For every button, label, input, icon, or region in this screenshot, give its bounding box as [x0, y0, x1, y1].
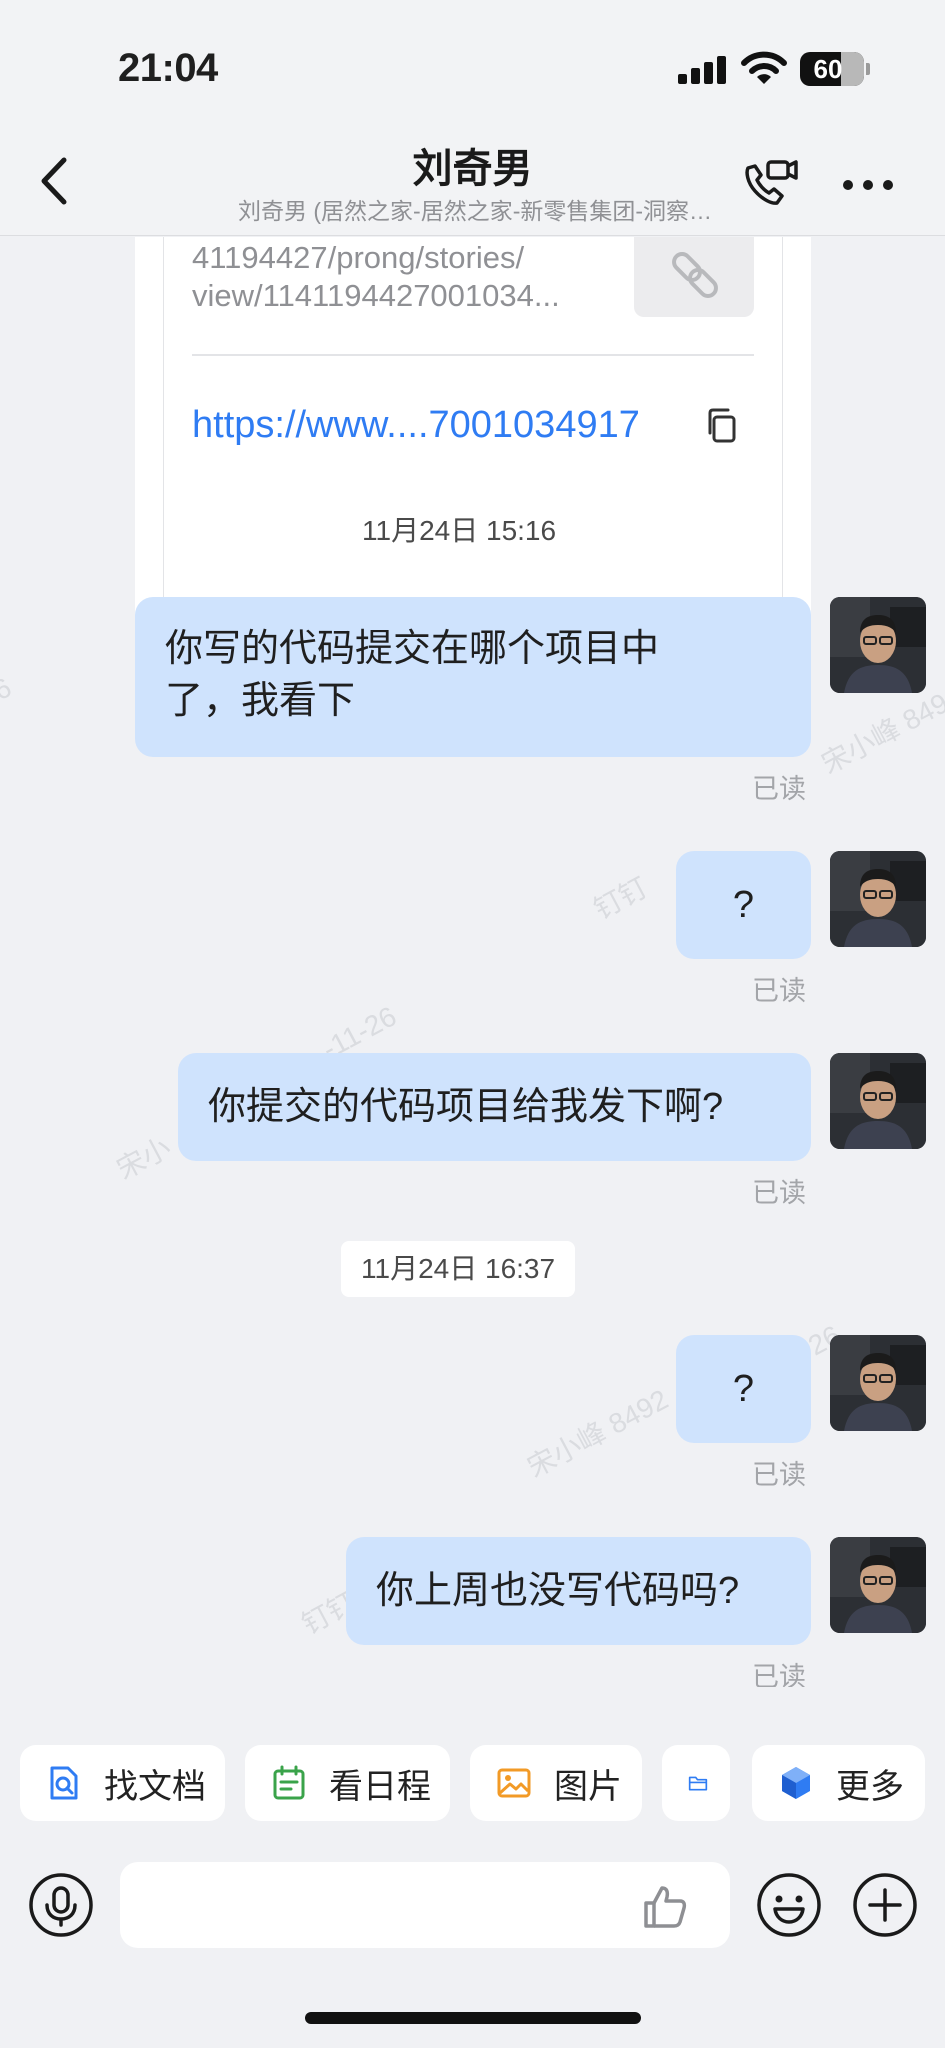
read-status: 已读	[752, 976, 806, 1006]
user-photo	[830, 1537, 926, 1633]
time-divider: 11月24日 15:16	[342, 503, 577, 559]
quick-action-more[interactable]: 更多	[752, 1745, 925, 1821]
message-bubble[interactable]: ?	[676, 851, 811, 959]
avatar[interactable]	[830, 1537, 926, 1633]
copy-icon[interactable]	[702, 405, 742, 445]
avatar[interactable]	[830, 1335, 926, 1431]
read-status: 已读	[752, 1178, 806, 1208]
divider	[192, 354, 754, 356]
avatar[interactable]	[830, 597, 926, 693]
more-dots-icon[interactable]	[838, 170, 898, 200]
user-photo	[830, 1335, 926, 1431]
user-photo	[830, 597, 926, 693]
image-icon	[497, 1768, 531, 1798]
quick-action-label: 更多	[836, 1767, 904, 1806]
link-icon	[672, 252, 718, 298]
more-apps-icon	[782, 1767, 810, 1799]
watermark: 宋小峰 8492	[522, 1383, 674, 1484]
chat-header: 刘奇男 刘奇男 (居然之家-居然之家-新零售集团-洞察中心)	[0, 130, 945, 236]
user-photo	[830, 1053, 926, 1149]
plus-icon[interactable]	[852, 1872, 918, 1938]
message-bubble[interactable]: 你提交的代码项目给我发下啊?	[178, 1053, 811, 1161]
message-bubble[interactable]: 你写的代码提交在哪个项目中 了，我看下	[135, 597, 811, 757]
watermark: 钉钉	[588, 871, 653, 926]
quick-action-folder[interactable]	[662, 1745, 730, 1821]
status-time: 21:04	[118, 46, 218, 90]
message-bubble[interactable]: 你上周也没写代码吗?	[346, 1537, 811, 1645]
chat-messages[interactable]: 钉钉 宋小峰 849 钉钉 -11-26 宋小 -26 宋小峰 8492 钉钉 …	[0, 237, 945, 1687]
read-status: 已读	[752, 1460, 806, 1490]
quick-action-label: 图片	[554, 1767, 622, 1806]
watermark: 宋小	[111, 1131, 176, 1186]
wifi-icon	[741, 51, 787, 84]
battery-icon: 60	[800, 52, 864, 86]
message-composer	[0, 1855, 945, 1955]
link-preview[interactable]: 41194427/prong/stories/ view/11411944270…	[163, 237, 783, 619]
calendar-icon	[273, 1765, 305, 1800]
read-status: 已读	[752, 774, 806, 804]
quick-action-find-doc[interactable]: 找文档	[20, 1745, 225, 1821]
watermark: 26	[0, 671, 17, 714]
avatar[interactable]	[830, 1053, 926, 1149]
folder-icon	[688, 1776, 708, 1791]
chat-subtitle: 刘奇男 (居然之家-居然之家-新零售集团-洞察中心)	[238, 198, 718, 224]
microphone-icon[interactable]	[28, 1872, 94, 1938]
avatar[interactable]	[830, 851, 926, 947]
video-call-icon[interactable]	[738, 154, 798, 214]
quick-action-image[interactable]: 图片	[470, 1745, 642, 1821]
read-status: 已读	[752, 1662, 806, 1687]
cellular-signal-icon	[678, 54, 728, 84]
chat-title[interactable]: 刘奇男	[0, 136, 945, 194]
home-indicator	[305, 2012, 641, 2024]
battery-level: 60	[813, 54, 843, 84]
quick-action-label: 找文档	[104, 1767, 206, 1806]
quick-action-label: 看日程	[329, 1767, 431, 1806]
quick-action-calendar[interactable]: 看日程	[245, 1745, 450, 1821]
user-photo	[830, 851, 926, 947]
battery-cap	[866, 63, 870, 75]
thumbs-up-icon[interactable]	[642, 1884, 688, 1930]
quick-action-bar: 找文档 看日程 图片 更多	[0, 1745, 945, 1827]
link-path: 41194427/prong/stories/ view/11411944270…	[192, 240, 560, 313]
emoji-icon[interactable]	[756, 1872, 822, 1938]
message-input[interactable]	[120, 1862, 730, 1948]
link-thumb	[634, 237, 754, 317]
status-bar: 21:04 60	[0, 0, 945, 130]
watermark: 宋小峰 849	[816, 687, 945, 780]
link-url[interactable]: https://www....7001034917	[192, 404, 682, 447]
find-doc-icon	[50, 1766, 78, 1800]
time-divider: 11月24日 16:37	[341, 1241, 576, 1297]
message-bubble[interactable]: ?	[676, 1335, 811, 1443]
